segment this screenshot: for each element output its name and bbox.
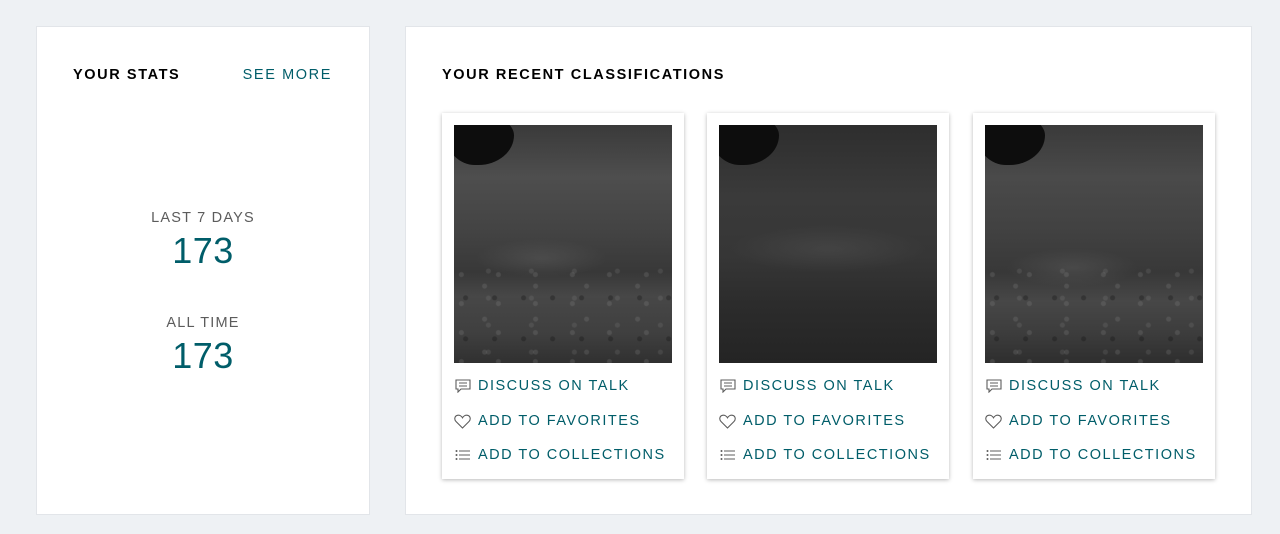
favorite-label: ADD TO FAVORITES (743, 413, 906, 429)
speech-bubble-icon (719, 378, 736, 395)
collection-label: ADD TO COLLECTIONS (1009, 447, 1197, 463)
speech-bubble-icon (985, 378, 1002, 395)
add-to-favorites-button[interactable]: ADD TO FAVORITES (985, 411, 1172, 431)
discuss-label: DISCUSS ON TALK (1009, 378, 1161, 394)
collection-label: ADD TO COLLECTIONS (743, 447, 931, 463)
classification-card: DISCUSS ON TALK ADD TO FAVORITES ADD TO … (442, 113, 684, 479)
add-to-collections-button[interactable]: ADD TO COLLECTIONS (454, 445, 666, 465)
subject-thumbnail[interactable] (985, 125, 1203, 363)
favorite-label: ADD TO FAVORITES (478, 413, 641, 429)
stat-last-7-days: LAST 7 DAYS 173 (37, 210, 369, 272)
discuss-on-talk-link[interactable]: DISCUSS ON TALK (719, 376, 895, 396)
stat-value-last-7-days: 173 (172, 230, 234, 271)
stat-all-time: ALL TIME 173 (37, 315, 369, 377)
recent-classifications-heading: YOUR RECENT CLASSIFICATIONS (442, 67, 725, 83)
add-to-collections-button[interactable]: ADD TO COLLECTIONS (719, 445, 931, 465)
classification-card: DISCUSS ON TALK ADD TO FAVORITES ADD TO … (707, 113, 949, 479)
stat-value-all-time: 173 (172, 335, 234, 376)
seafloor-texture (985, 263, 1203, 363)
recent-classifications-panel: YOUR RECENT CLASSIFICATIONS DISCUSS ON T… (405, 26, 1252, 515)
add-to-collections-button[interactable]: ADD TO COLLECTIONS (985, 445, 1197, 465)
heart-icon (719, 413, 736, 430)
stats-panel: YOUR STATS SEE MORE LAST 7 DAYS 173 ALL … (36, 26, 370, 515)
discuss-label: DISCUSS ON TALK (478, 378, 630, 394)
subject-thumbnail[interactable] (454, 125, 672, 363)
subject-thumbnail[interactable] (719, 125, 937, 363)
see-more-link[interactable]: SEE MORE (243, 67, 332, 83)
add-to-favorites-button[interactable]: ADD TO FAVORITES (454, 411, 641, 431)
heart-icon (454, 413, 471, 430)
add-to-favorites-button[interactable]: ADD TO FAVORITES (719, 411, 906, 431)
collection-label: ADD TO COLLECTIONS (478, 447, 666, 463)
rock-silhouette (719, 125, 779, 165)
stat-label-last-7-days: LAST 7 DAYS (151, 210, 255, 226)
heart-icon (985, 413, 1002, 430)
favorite-label: ADD TO FAVORITES (1009, 413, 1172, 429)
classification-card: DISCUSS ON TALK ADD TO FAVORITES ADD TO … (973, 113, 1215, 479)
rock-silhouette (985, 125, 1045, 165)
discuss-on-talk-link[interactable]: DISCUSS ON TALK (454, 376, 630, 396)
speech-bubble-icon (454, 378, 471, 395)
list-icon (719, 447, 736, 464)
rock-silhouette (454, 125, 514, 165)
list-icon (985, 447, 1002, 464)
discuss-label: DISCUSS ON TALK (743, 378, 895, 394)
seafloor-texture (454, 263, 672, 363)
discuss-on-talk-link[interactable]: DISCUSS ON TALK (985, 376, 1161, 396)
list-icon (454, 447, 471, 464)
stats-heading: YOUR STATS (73, 67, 181, 83)
stat-label-all-time: ALL TIME (166, 315, 240, 331)
